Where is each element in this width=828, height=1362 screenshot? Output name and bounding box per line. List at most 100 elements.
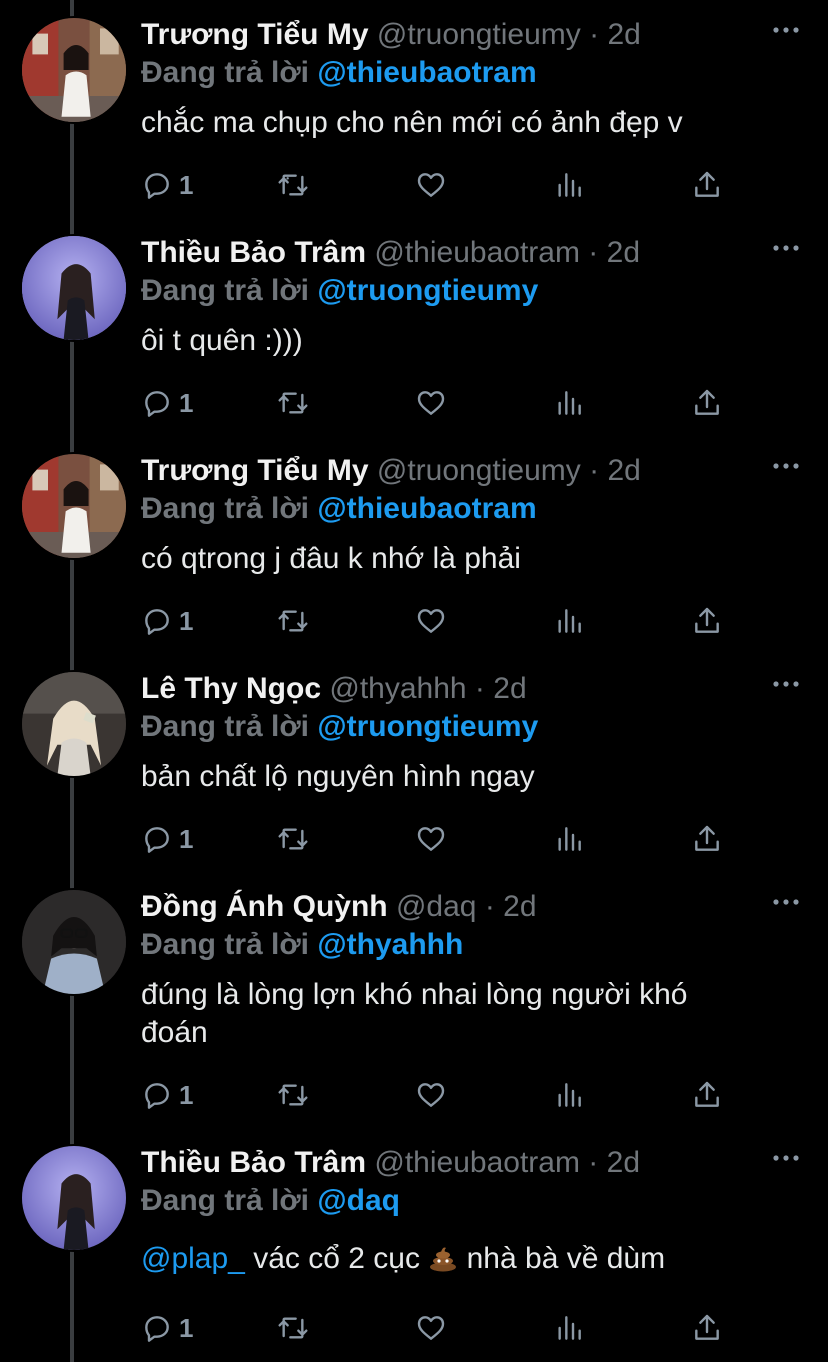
- reply-to-mention[interactable]: @truongtieumy: [317, 274, 538, 307]
- share-button[interactable]: [691, 819, 723, 859]
- avatar-image: [22, 1146, 126, 1250]
- share-button[interactable]: [691, 165, 723, 205]
- tweet-text-part: nhà bà về dùm: [458, 1242, 666, 1275]
- reply-to-mention[interactable]: @thyahhh: [317, 928, 463, 961]
- reply-button[interactable]: 1: [141, 1075, 193, 1115]
- more-icon[interactable]: [772, 674, 800, 694]
- avatar[interactable]: [20, 670, 128, 778]
- retweet-icon: [278, 828, 308, 850]
- like-button[interactable]: [415, 383, 447, 423]
- reply-button[interactable]: 1: [141, 1308, 193, 1348]
- retweet-button[interactable]: [277, 165, 309, 205]
- analytics-icon: [558, 173, 581, 197]
- retweet-button[interactable]: [277, 601, 309, 641]
- tweet-actions: 1: [141, 601, 741, 641]
- user-handle[interactable]: @thieubaotram: [374, 236, 580, 269]
- display-name[interactable]: Trương Tiểu My: [141, 18, 369, 51]
- reply-icon: [145, 827, 169, 853]
- more-icon[interactable]: [772, 1148, 800, 1168]
- share-button[interactable]: [691, 1075, 723, 1115]
- like-button[interactable]: [415, 1075, 447, 1115]
- reply-button[interactable]: 1: [141, 383, 193, 423]
- timestamp[interactable]: 2d: [607, 1146, 640, 1179]
- more-icon[interactable]: [772, 456, 800, 476]
- more-icon[interactable]: [772, 892, 800, 912]
- timestamp[interactable]: 2d: [607, 18, 640, 51]
- more-icon[interactable]: [772, 238, 800, 258]
- tweet-text: @plap_ vác cổ 2 cục nhà bà về dùm: [141, 1240, 801, 1278]
- analytics-icon: [558, 827, 581, 851]
- views-button[interactable]: [553, 601, 585, 641]
- user-handle[interactable]: @truongtieumy: [377, 18, 581, 51]
- share-icon: [695, 825, 719, 851]
- views-button[interactable]: [553, 1308, 585, 1348]
- views-button[interactable]: [553, 383, 585, 423]
- like-button[interactable]: [415, 601, 447, 641]
- user-handle[interactable]: @thyahhh: [329, 672, 466, 705]
- timestamp[interactable]: 2d: [503, 890, 536, 923]
- display-name[interactable]: Trương Tiểu My: [141, 454, 369, 487]
- timestamp[interactable]: 2d: [607, 454, 640, 487]
- avatar-image: [22, 236, 126, 340]
- share-icon: [695, 607, 719, 633]
- retweet-icon: [278, 392, 308, 414]
- views-button[interactable]: [553, 165, 585, 205]
- tweet-actions: 1: [141, 383, 741, 423]
- separator-dot: ·: [474, 672, 485, 705]
- reply-button[interactable]: 1: [141, 601, 193, 641]
- share-button[interactable]: [691, 1308, 723, 1348]
- tweet-actions: 1: [141, 165, 741, 205]
- avatar[interactable]: [20, 16, 128, 124]
- display-name[interactable]: Thiều Bảo Trâm: [141, 1146, 366, 1179]
- reply-to-mention[interactable]: @thieubaotram: [317, 56, 536, 89]
- timestamp[interactable]: 2d: [607, 236, 640, 269]
- avatar[interactable]: [20, 888, 128, 996]
- display-name[interactable]: Thiều Bảo Trâm: [141, 236, 366, 269]
- retweet-icon: [278, 1084, 308, 1106]
- tweet-header: Đồng Ánh Quỳnh @daq · 2d: [141, 888, 801, 926]
- tweet-actions: 1: [141, 1075, 741, 1115]
- heart-icon: [417, 1083, 445, 1107]
- reply-button[interactable]: 1: [141, 165, 193, 205]
- reply-context: Đang trả lời @thyahhh: [141, 926, 801, 964]
- retweet-button[interactable]: [277, 819, 309, 859]
- like-button[interactable]: [415, 1308, 447, 1348]
- reply-to-mention[interactable]: @daq: [317, 1184, 400, 1217]
- user-handle[interactable]: @daq: [396, 890, 477, 923]
- reply-button[interactable]: 1: [141, 819, 193, 859]
- avatar[interactable]: [20, 1144, 128, 1252]
- reply-to-mention[interactable]: @truongtieumy: [317, 710, 538, 743]
- retweet-button[interactable]: [277, 383, 309, 423]
- like-button[interactable]: [415, 165, 447, 205]
- display-name[interactable]: Lê Thy Ngọc: [141, 672, 321, 705]
- views-button[interactable]: [553, 819, 585, 859]
- avatar[interactable]: [20, 234, 128, 342]
- tweet-header: Trương Tiểu My @truongtieumy · 2d: [141, 16, 801, 54]
- share-button[interactable]: [691, 383, 723, 423]
- reply-icon: [145, 1083, 169, 1109]
- tweet-text-line: đúng là lòng lợn khó nhai lòng người khó: [141, 978, 688, 1011]
- retweet-button[interactable]: [277, 1075, 309, 1115]
- retweet-icon: [278, 1317, 308, 1339]
- tweet-text: đúng là lòng lợn khó nhai lòng người khó…: [141, 976, 801, 1052]
- views-button[interactable]: [553, 1075, 585, 1115]
- reply-prefix: Đang trả lời: [141, 492, 310, 525]
- share-button[interactable]: [691, 601, 723, 641]
- avatar[interactable]: [20, 452, 128, 560]
- share-icon: [695, 389, 719, 415]
- reply-thread: Trương Tiểu My @truongtieumy · 2d Đang t…: [0, 0, 828, 1362]
- reply-to-mention[interactable]: @thieubaotram: [317, 492, 536, 525]
- like-button[interactable]: [415, 819, 447, 859]
- display-name[interactable]: Đồng Ánh Quỳnh: [141, 890, 388, 923]
- reply-icon: [145, 391, 169, 417]
- retweet-button[interactable]: [277, 1308, 309, 1348]
- reply-count: 1: [179, 1312, 194, 1343]
- tweet-text-part: vác cổ 2 cục: [244, 1242, 429, 1275]
- reply-context: Đang trả lời @thieubaotram: [141, 54, 801, 92]
- user-handle[interactable]: @truongtieumy: [377, 454, 581, 487]
- timestamp[interactable]: 2d: [493, 672, 526, 705]
- user-handle[interactable]: @thieubaotram: [374, 1146, 580, 1179]
- reply-context: Đang trả lời @daq: [141, 1182, 801, 1220]
- body-mention-link[interactable]: @plap_: [141, 1242, 245, 1275]
- more-icon[interactable]: [772, 20, 800, 40]
